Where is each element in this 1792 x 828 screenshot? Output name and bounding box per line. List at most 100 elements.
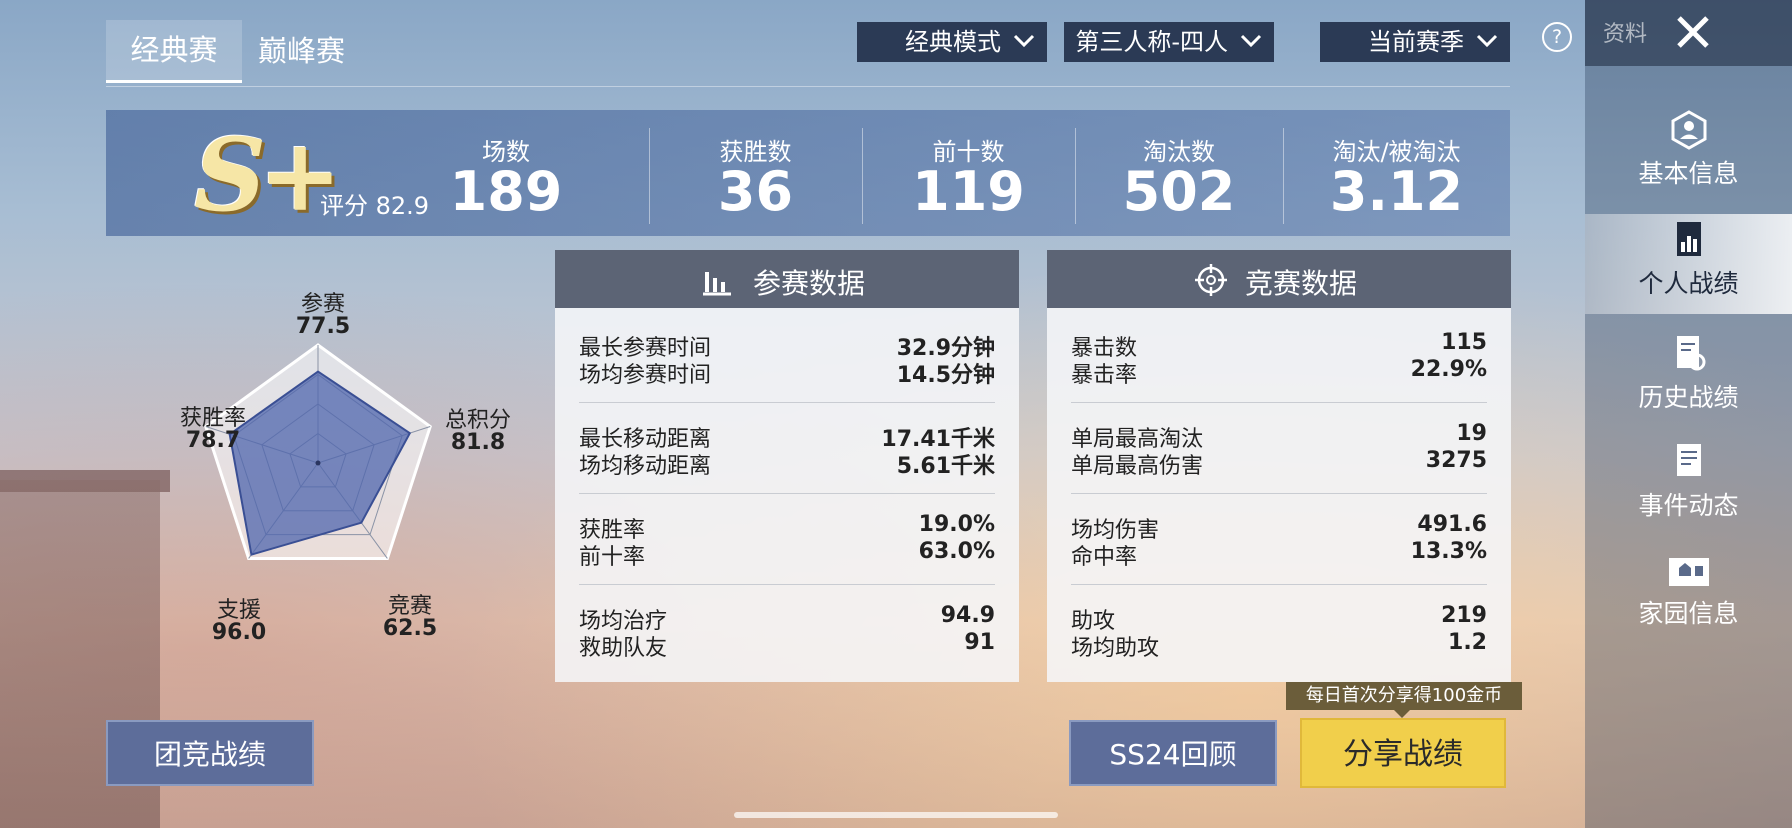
stats-banner: S+ 评分 82.9 场数 189 获胜数 36 前十数 119 淘汰数 502… bbox=[106, 110, 1510, 236]
stats-icon bbox=[1677, 222, 1701, 256]
data-group: 获胜率 19.0% 前十率 63.0% bbox=[579, 512, 995, 570]
mode-tabs: 经典赛 巅峰赛 bbox=[106, 14, 1510, 87]
season-dropdown[interactable]: 当前赛季 bbox=[1320, 22, 1510, 62]
data-row: 场均助攻 1.2 bbox=[1071, 630, 1487, 661]
mode-dropdown-label: 经典模式 bbox=[905, 28, 1001, 56]
data-value: 14.5分钟 bbox=[896, 363, 995, 388]
stat-eliminations: 淘汰数 502 bbox=[1075, 110, 1283, 236]
stat-value: 119 bbox=[912, 160, 1025, 223]
data-row: 场均移动距离 5.61千米 bbox=[579, 448, 995, 479]
data-value: 13.3% bbox=[1410, 539, 1487, 564]
home-icon bbox=[1669, 558, 1709, 586]
data-row: 单局最高淘汰 19 bbox=[1071, 421, 1487, 452]
sidebar-item-label: 历史战绩 bbox=[1638, 383, 1739, 412]
sidebar-item-history[interactable]: 历史战绩 bbox=[1585, 328, 1792, 428]
sidebar-item-label: 个人战绩 bbox=[1638, 269, 1739, 298]
bar-chart-icon bbox=[703, 272, 731, 296]
divider bbox=[1071, 402, 1487, 403]
panel-title: 参赛数据 bbox=[753, 267, 866, 300]
data-key: 单局最高伤害 bbox=[1071, 454, 1204, 479]
data-value: 19.0% bbox=[918, 512, 995, 537]
data-row: 场均参赛时间 14.5分钟 bbox=[579, 357, 995, 388]
radar-value-win-rate: 78.7 bbox=[185, 428, 241, 453]
data-row: 场均治疗 94.9 bbox=[579, 603, 995, 634]
data-value: 491.6 bbox=[1417, 512, 1487, 537]
data-key: 命中率 bbox=[1071, 545, 1138, 570]
rank-score: 评分 82.9 bbox=[320, 192, 430, 220]
data-group: 暴击数 115 暴击率 22.9% bbox=[1071, 330, 1487, 388]
stat-value: 3.12 bbox=[1329, 160, 1464, 223]
radar-value-support: 96.0 bbox=[211, 620, 267, 645]
data-row: 命中率 13.3% bbox=[1071, 539, 1487, 570]
sidebar-item-basic-info[interactable]: 基本信息 bbox=[1585, 104, 1792, 204]
perspective-dropdown[interactable]: 第三人称-四人 bbox=[1064, 22, 1274, 62]
data-row: 获胜率 19.0% bbox=[579, 512, 995, 543]
data-group: 最长参赛时间 32.9分钟 场均参赛时间 14.5分钟 bbox=[579, 330, 995, 388]
data-value: 1.2 bbox=[1448, 630, 1487, 655]
tab-classic[interactable]: 经典赛 bbox=[106, 20, 242, 83]
sidebar-header: 资料 bbox=[1585, 0, 1792, 66]
participation-panel: 参赛数据 最长参赛时间 32.9分钟 场均参赛时间 14.5分钟 最长移动距离 17.… bbox=[555, 250, 1019, 682]
divider bbox=[579, 402, 995, 403]
divider bbox=[1071, 493, 1487, 494]
season-review-button[interactable]: SS24回顾 bbox=[1069, 720, 1277, 786]
data-row: 前十率 63.0% bbox=[579, 539, 995, 570]
divider bbox=[579, 493, 995, 494]
data-group: 助攻 219 场均助攻 1.2 bbox=[1071, 603, 1487, 661]
data-value: 5.61千米 bbox=[896, 454, 995, 479]
divider bbox=[579, 584, 995, 585]
profile-icon bbox=[1671, 110, 1707, 150]
chevron-down-icon bbox=[1476, 34, 1498, 48]
data-key: 场均参赛时间 bbox=[579, 363, 712, 388]
data-row: 助攻 219 bbox=[1071, 603, 1487, 634]
combat-panel: 竞赛数据 暴击数 115 暴击率 22.9% 单局最高淘汰 19 单局最高伤害 3275… bbox=[1047, 250, 1511, 682]
data-key: 场均助攻 bbox=[1071, 636, 1160, 661]
panel-title: 竞赛数据 bbox=[1245, 267, 1358, 300]
help-icon[interactable]: ? bbox=[1542, 22, 1572, 52]
perspective-dropdown-label: 第三人称-四人 bbox=[1075, 28, 1228, 56]
radar-value-competition: 62.5 bbox=[382, 616, 438, 641]
stat-top10: 前十数 119 bbox=[862, 110, 1075, 236]
team-stats-button[interactable]: 团竞战绩 bbox=[106, 720, 314, 786]
sidebar-item-personal-stats[interactable]: 个人战绩 bbox=[1585, 214, 1792, 314]
mode-dropdown[interactable]: 经典模式 bbox=[857, 22, 1047, 62]
history-icon bbox=[1677, 336, 1706, 371]
data-value: 19 bbox=[1456, 421, 1487, 446]
radar-value-total-score: 81.8 bbox=[450, 430, 506, 455]
sidebar: 资料 基本信息 个人战绩 历史战绩 事件动态 家园信息 bbox=[1585, 0, 1792, 828]
radar-value-participation: 77.5 bbox=[295, 314, 351, 339]
home-indicator[interactable] bbox=[734, 812, 1058, 818]
data-row: 救助队友 91 bbox=[579, 630, 995, 661]
data-row: 暴击率 22.9% bbox=[1071, 357, 1487, 388]
data-group: 场均治疗 94.9 救助队友 91 bbox=[579, 603, 995, 661]
stat-kd: 淘汰/被淘汰 3.12 bbox=[1283, 110, 1510, 236]
data-row: 最长参赛时间 32.9分钟 bbox=[579, 330, 995, 361]
tooltip-arrow bbox=[1394, 710, 1410, 718]
sidebar-item-label: 事件动态 bbox=[1638, 491, 1739, 520]
tab-peak[interactable]: 巅峰赛 bbox=[238, 26, 365, 76]
close-icon[interactable] bbox=[1673, 12, 1713, 52]
participation-panel-header: 参赛数据 bbox=[555, 250, 1019, 308]
share-stats-button[interactable]: 分享战绩 bbox=[1300, 718, 1506, 788]
sidebar-item-events[interactable]: 事件动态 bbox=[1585, 436, 1792, 536]
data-group: 场均伤害 491.6 命中率 13.3% bbox=[1071, 512, 1487, 570]
data-value: 91 bbox=[964, 630, 995, 655]
data-key: 场均移动距离 bbox=[579, 454, 712, 479]
sidebar-item-label: 家园信息 bbox=[1638, 599, 1739, 628]
data-value: 219 bbox=[1441, 603, 1487, 628]
stat-value: 502 bbox=[1122, 160, 1236, 223]
data-row: 场均伤害 491.6 bbox=[1071, 512, 1487, 543]
data-row: 暴击数 115 bbox=[1071, 330, 1487, 361]
data-key: 前十率 bbox=[579, 545, 646, 570]
season-dropdown-label: 当前赛季 bbox=[1368, 28, 1464, 56]
data-value: 3275 bbox=[1425, 448, 1487, 473]
data-value: 94.9 bbox=[940, 603, 995, 628]
divider bbox=[1071, 584, 1487, 585]
data-value: 22.9% bbox=[1410, 357, 1487, 382]
radar-center-dot bbox=[315, 460, 321, 466]
stat-value: 36 bbox=[717, 160, 794, 223]
data-key: 救助队友 bbox=[579, 636, 668, 661]
sidebar-item-home[interactable]: 家园信息 bbox=[1585, 544, 1792, 644]
data-row: 最长移动距离 17.41千米 bbox=[579, 421, 995, 452]
sidebar-item-label: 基本信息 bbox=[1638, 159, 1739, 188]
